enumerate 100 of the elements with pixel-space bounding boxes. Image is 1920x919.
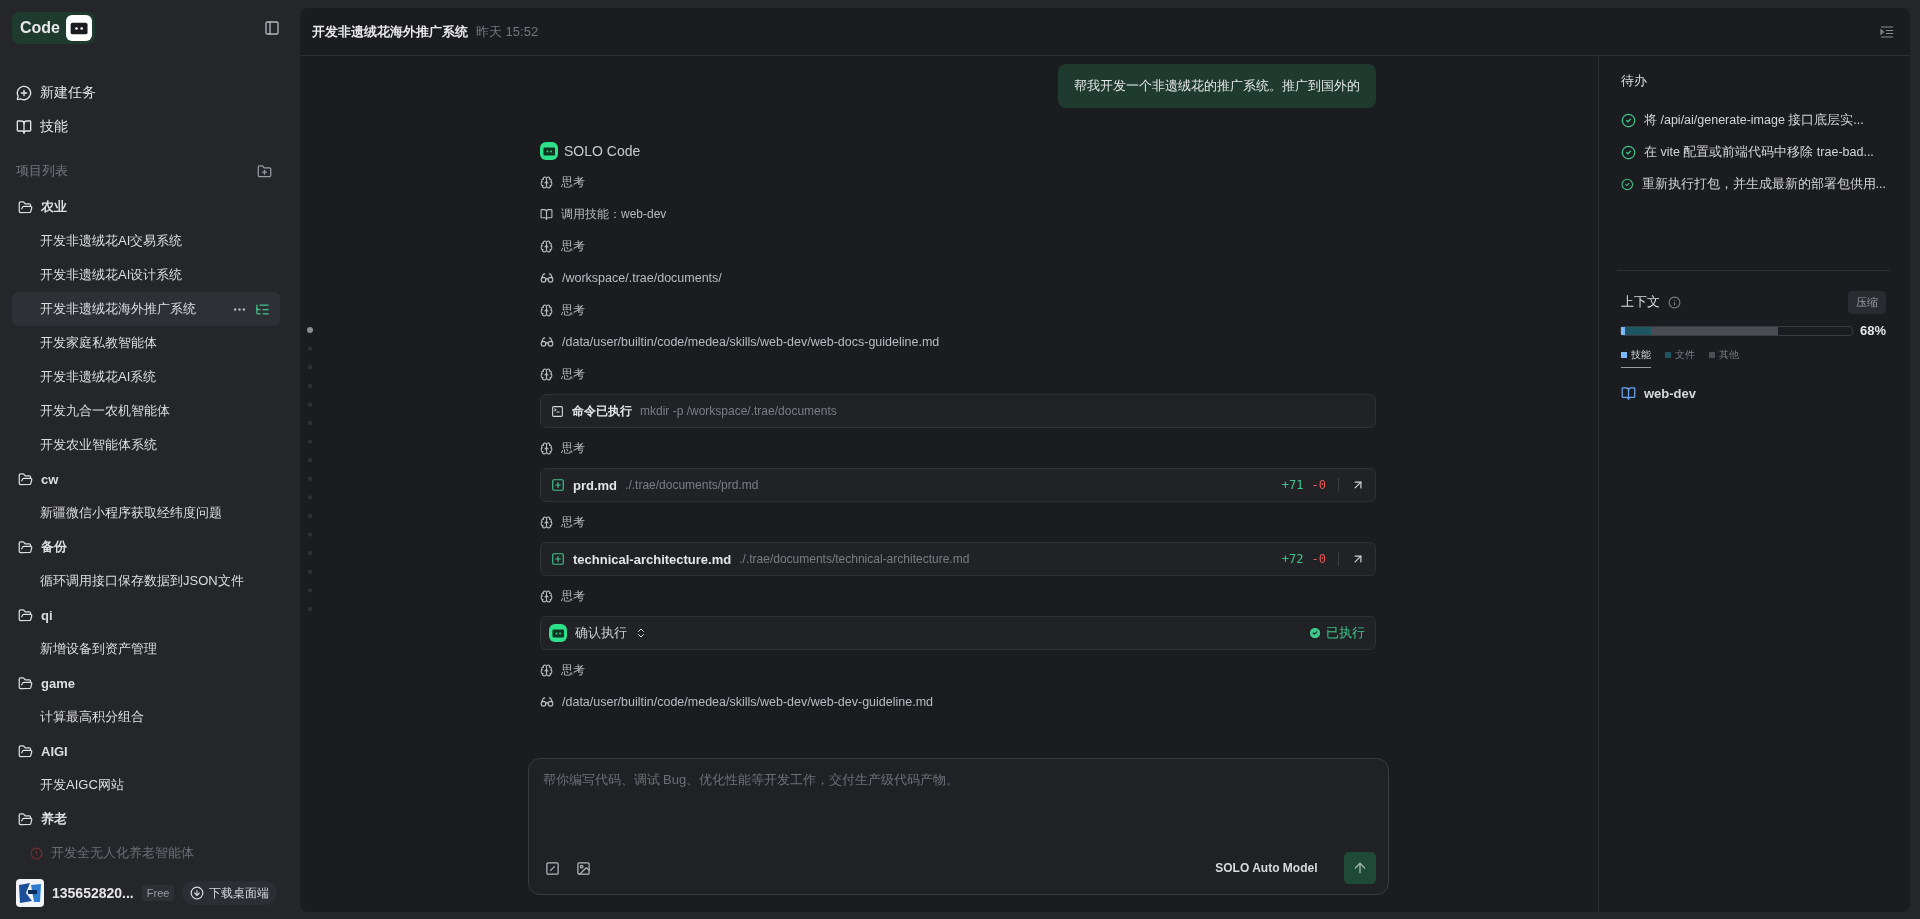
- project-folder[interactable]: 养老: [12, 802, 280, 836]
- terminal-icon: [551, 404, 564, 418]
- task-item[interactable]: 开发非遗绒花AI交易系统: [12, 224, 280, 258]
- step-label: 思考: [561, 587, 585, 605]
- glasses-icon: [540, 271, 554, 285]
- file-name: prd.md: [573, 477, 618, 493]
- task-item[interactable]: 开发非遗绒花海外推广系统: [12, 292, 280, 326]
- logo-text: Code: [20, 19, 60, 37]
- model-selector[interactable]: SOLO Auto Model: [1209, 860, 1324, 876]
- step-label: 调用技能：web-dev: [561, 205, 667, 223]
- confirm-label: 确认执行: [575, 624, 627, 642]
- nav-item[interactable]: 新建任务: [12, 76, 280, 110]
- bot-icon: [549, 624, 567, 642]
- download-icon: [190, 886, 205, 900]
- task-item[interactable]: 开发九合一农机智能体: [12, 394, 280, 428]
- task-item[interactable]: 计算最高积分组合: [12, 700, 280, 734]
- user-message: 帮我开发一个非遗绒花的推广系统。推广到国外的: [1058, 64, 1376, 108]
- folder-icon: [18, 675, 33, 691]
- task-item[interactable]: 开发AIGC网站: [12, 768, 280, 802]
- todo-text: 重新执行打包，并生成最新的部署包供用...: [1641, 175, 1886, 193]
- task-item[interactable]: 循环调用接口保存数据到JSON文件: [12, 564, 280, 598]
- file-path: ./.trae/documents/prd.md: [625, 478, 760, 492]
- status-text: 已执行: [1326, 624, 1365, 642]
- app-logo[interactable]: Code: [12, 12, 95, 44]
- brain-icon: [540, 441, 553, 455]
- step-label: 思考: [561, 237, 585, 255]
- legend-tab[interactable]: 其他: [1709, 346, 1739, 368]
- file-name: technical-architecture.md: [573, 551, 732, 567]
- folder-icon: [18, 743, 33, 759]
- agent-name: SOLO Code: [564, 143, 641, 159]
- check-icon: [1308, 626, 1322, 640]
- user-name: 135652820...: [52, 885, 134, 901]
- removed-count: -0: [1311, 552, 1326, 566]
- step-label: 思考: [561, 439, 585, 457]
- skill-name: web-dev: [1644, 386, 1696, 401]
- download-button[interactable]: 下载桌面端: [182, 881, 278, 905]
- chevrons-icon: [635, 627, 647, 639]
- brain-icon: [540, 515, 553, 529]
- chat-plus-icon: [16, 85, 32, 101]
- brain-icon: [540, 303, 553, 317]
- brain-icon: [540, 589, 553, 603]
- new-folder-icon[interactable]: [257, 163, 272, 179]
- tree-icon[interactable]: [255, 301, 270, 317]
- task-time: 昨天 15:52: [476, 22, 539, 41]
- panel-title: 上下文: [1621, 293, 1660, 311]
- message-input[interactable]: 帮你编写代码、调试 Bug、优化性能等开发工作，交付生产级代码产物。 SOLO Auto Model: [527, 758, 1389, 895]
- compress-button[interactable]: 压缩: [1848, 290, 1886, 314]
- bot-icon: [66, 15, 92, 41]
- info-icon[interactable]: [1668, 295, 1681, 309]
- section-title: 项目列表: [16, 162, 68, 180]
- project-folder[interactable]: AIGI: [12, 734, 280, 768]
- sidebar-toggle-icon[interactable]: [264, 20, 280, 36]
- plan-label: Free: [141, 885, 175, 901]
- todo-text: 在 vite 配置或前端代码中移除 trae-bad...: [1644, 143, 1874, 161]
- project-folder[interactable]: 备份: [12, 530, 280, 564]
- removed-count: -0: [1311, 478, 1326, 492]
- task-item[interactable]: 开发非遗绒花AI设计系统: [12, 258, 280, 292]
- added-count: +72: [1281, 552, 1304, 566]
- file-path: /data/user/builtin/code/medea/skills/web-dev/web-dev-guideline.md: [562, 695, 934, 709]
- step-label: 思考: [561, 173, 585, 191]
- step-label: 思考: [561, 661, 585, 679]
- context-percent: 68%: [1859, 323, 1886, 338]
- brain-icon: [540, 367, 553, 381]
- nav-item[interactable]: 技能: [12, 110, 280, 144]
- task-item[interactable]: 开发农业智能体系统: [12, 428, 280, 462]
- task-item[interactable]: 新疆微信小程序获取经纬度问题: [12, 496, 280, 530]
- send-button[interactable]: [1343, 852, 1376, 884]
- folder-icon: [18, 539, 33, 555]
- file-path: ./.trae/documents/technical-architecture.md: [739, 552, 971, 566]
- glasses-icon: [540, 335, 554, 349]
- project-folder[interactable]: game: [12, 666, 280, 700]
- bot-icon: [540, 142, 558, 160]
- legend-tab[interactable]: 技能: [1621, 346, 1651, 368]
- glasses-icon: [540, 695, 554, 709]
- command-card[interactable]: 命令已执行 mkdir -p /workspace/.trae/documents: [540, 394, 1376, 428]
- book-icon: [16, 119, 32, 135]
- legend-tab[interactable]: 文件: [1665, 346, 1695, 368]
- project-folder[interactable]: cw: [12, 462, 280, 496]
- folder-icon: [18, 811, 33, 827]
- plus-icon: [551, 478, 565, 492]
- project-folder[interactable]: 农业: [12, 190, 280, 224]
- step-label: 思考: [561, 301, 585, 319]
- folder-icon: [18, 471, 33, 487]
- brain-icon: [540, 175, 553, 189]
- step-label: 思考: [561, 365, 585, 383]
- step-label: 思考: [561, 513, 585, 531]
- file-card[interactable]: technical-architecture.md ./.trae/documents/technical-architecture.md +72 -0: [540, 542, 1376, 576]
- todo-text: 将 /api/ai/generate-image 接口底层实...: [1644, 111, 1864, 129]
- command-text: mkdir -p /workspace/.trae/documents: [640, 404, 838, 418]
- folder-icon: [18, 199, 33, 215]
- task-item[interactable]: 新增设备到资产管理: [12, 632, 280, 666]
- confirm-card[interactable]: 确认执行 已执行: [540, 616, 1376, 650]
- task-item[interactable]: 开发非遗绒花AI系统: [12, 360, 280, 394]
- project-folder[interactable]: qi: [12, 598, 280, 632]
- command-label: 命令已执行: [572, 402, 632, 420]
- file-card[interactable]: prd.md ./.trae/documents/prd.md +71 -0: [540, 468, 1376, 502]
- folder-icon: [18, 607, 33, 623]
- panel-toggle-icon[interactable]: [1880, 25, 1894, 38]
- book-icon: [540, 207, 553, 221]
- task-item[interactable]: 开发家庭私教智能体: [12, 326, 280, 360]
